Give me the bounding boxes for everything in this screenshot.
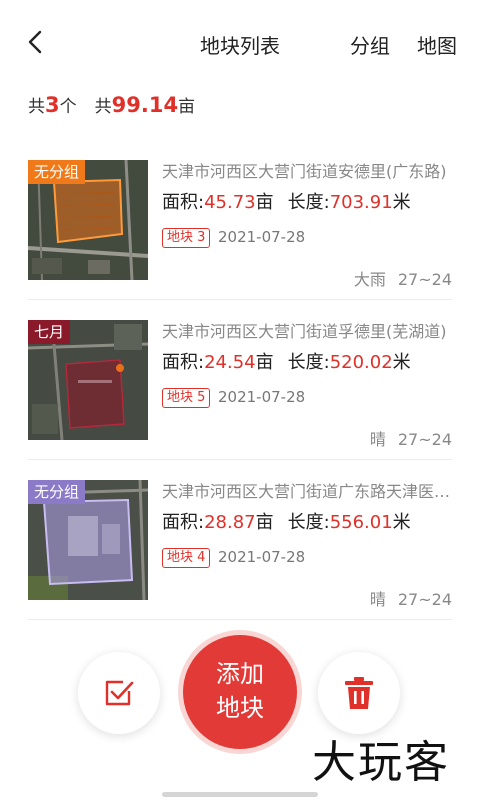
checkbox-icon: [105, 680, 134, 706]
area-label: 面积:: [162, 352, 205, 373]
area-unit: 亩: [255, 512, 274, 533]
weather-temperature: 27~24: [397, 270, 452, 289]
app-header: 地块列表 分组 地图: [0, 0, 480, 86]
length-unit: 米: [392, 512, 411, 533]
plot-metrics: 面积:45.73亩 长度:703.91米: [162, 188, 411, 214]
weather-temperature: 27~24: [397, 430, 452, 449]
group-tag: 七月: [28, 320, 71, 344]
length-label: 长度:: [287, 512, 330, 533]
length-value: 556.01: [329, 512, 393, 533]
group-tag: 无分组: [28, 480, 86, 504]
plot-weather: 大雨 27~24: [354, 266, 452, 290]
area-unit: 亩: [255, 192, 274, 213]
plot-number-badge: 地块 3: [162, 228, 211, 248]
watermark-logo: 大玩客: [312, 737, 450, 788]
area-label: 面积:: [162, 192, 205, 213]
area-value: 28.87: [204, 512, 256, 533]
weather-condition: 晴: [369, 430, 386, 449]
add-plot-label-line1: 添加: [216, 660, 264, 688]
area-label: 面积:: [162, 512, 205, 533]
length-value: 520.02: [329, 352, 393, 373]
plot-date: 2021-07-28: [218, 228, 306, 246]
add-plot-button-face: 添加 地块: [183, 635, 297, 749]
summary-count-unit: 个: [59, 97, 77, 117]
satellite-thumbnail: 无分组: [28, 480, 148, 600]
plot-weather: 晴 27~24: [370, 426, 452, 450]
plot-list-item[interactable]: 七月 天津市河西区大营门街道孚德里(芜湖道) 面积:24.54亩 长度:520.0…: [28, 300, 452, 460]
plot-number-badge: 地块 5: [162, 388, 211, 408]
plot-list-item[interactable]: 无分组 天津市河西区大营门街道安德里(广东路) 面积:45.73亩 长度:703.…: [28, 140, 452, 300]
weather-condition: 大雨: [353, 270, 386, 289]
area-unit: 亩: [255, 352, 274, 373]
plot-date: 2021-07-28: [218, 388, 306, 406]
summary-area-prefix: 共: [94, 97, 112, 117]
group-tag: 无分组: [28, 160, 86, 184]
plot-metrics: 面积:28.87亩 长度:556.01米: [162, 508, 411, 534]
summary-count: 3: [45, 93, 60, 117]
length-value: 703.91: [329, 192, 393, 213]
add-plot-label-line2: 地块: [216, 694, 264, 722]
weather-condition: 晴: [369, 590, 386, 609]
satellite-thumbnail: 无分组: [28, 160, 148, 280]
length-label: 长度:: [287, 192, 330, 213]
add-plot-button[interactable]: 添加 地块: [178, 630, 302, 754]
plot-number-badge: 地块 4: [162, 548, 211, 568]
plot-address: 天津市河西区大营门街道孚德里(芜湖道): [162, 322, 447, 341]
plot-boundary-overlay: [52, 178, 124, 244]
page-title: 地块列表: [0, 30, 480, 59]
plot-metrics: 面积:24.54亩 长度:520.02米: [162, 348, 411, 374]
plot-list-item[interactable]: 无分组 天津市河西区大营门街道广东路天津医科大学 面积:28.87亩 长度:556…: [28, 460, 452, 620]
plot-address: 天津市河西区大营门街道安德里(广东路): [162, 162, 447, 181]
plot-summary: 共3个 共99.14亩: [28, 92, 195, 117]
length-label: 长度:: [287, 352, 330, 373]
plot-date: 2021-07-28: [218, 548, 306, 566]
trash-icon: [345, 677, 373, 709]
page-title-text: 地块列表: [200, 34, 280, 58]
plot-weather: 晴 27~24: [370, 586, 452, 610]
summary-count-prefix: 共: [28, 97, 45, 117]
plot-list: 无分组 天津市河西区大营门街道安德里(广东路) 面积:45.73亩 长度:703.…: [28, 140, 452, 620]
length-unit: 米: [392, 352, 411, 373]
plot-address: 天津市河西区大营门街道广东路天津医科大学: [162, 482, 452, 501]
home-indicator: [162, 792, 318, 797]
group-button[interactable]: 分组: [350, 30, 390, 59]
area-value: 45.73: [204, 192, 256, 213]
map-button[interactable]: 地图: [417, 30, 457, 59]
summary-area-unit: 亩: [178, 97, 196, 117]
plot-boundary-overlay: [65, 359, 125, 429]
select-button[interactable]: [78, 652, 160, 734]
area-value: 24.54: [204, 352, 256, 373]
summary-total-area: 99.14: [111, 93, 179, 117]
weather-temperature: 27~24: [397, 590, 452, 609]
delete-button[interactable]: [318, 652, 400, 734]
satellite-thumbnail: 七月: [28, 320, 148, 440]
back-icon[interactable]: [22, 28, 50, 56]
length-unit: 米: [392, 192, 411, 213]
